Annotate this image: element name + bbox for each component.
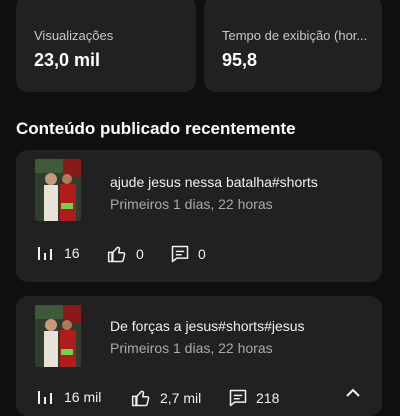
- views-metric: 16 mil: [36, 388, 101, 406]
- comments-count: 0: [198, 246, 206, 262]
- expand-button[interactable]: [344, 386, 362, 405]
- comments-count: 218: [256, 390, 280, 406]
- watch-time-stat-value: 95,8: [222, 50, 258, 70]
- views-count: 16: [64, 245, 80, 261]
- video-subtitle: Primeiros 1 dias, 22 horas: [110, 196, 273, 212]
- thumb-up-icon: [131, 390, 150, 407]
- views-count: 16 mil: [64, 389, 102, 405]
- bar-chart-icon: [38, 391, 52, 404]
- comment-icon: [229, 389, 247, 407]
- section-title: Conteúdo publicado recentemente: [16, 119, 296, 138]
- thumb-up-icon: [107, 246, 126, 263]
- watch-time-stat-label: Tempo de exibição (hor...: [222, 28, 368, 43]
- chevron-up-icon: [346, 388, 360, 397]
- likes-count: 0: [136, 246, 144, 262]
- bar-chart-icon: [38, 247, 52, 260]
- comment-icon: [171, 245, 189, 263]
- video-subtitle: Primeiros 1 dias, 22 horas: [110, 340, 273, 356]
- likes-count: 2,7 mil: [160, 390, 202, 406]
- video-thumbnail[interactable]: [35, 159, 81, 221]
- watch-time-stat-card[interactable]: Tempo de exibição (hor... 95,8: [204, 0, 382, 92]
- comments-metric[interactable]: 0: [170, 244, 206, 264]
- video-thumbnail[interactable]: [35, 305, 81, 367]
- views-metric: 16: [36, 244, 80, 262]
- video-title[interactable]: ajude jesus nessa batalha#shorts: [110, 174, 318, 190]
- likes-metric[interactable]: 2,7 mil: [130, 388, 201, 408]
- views-stat-value: 23,0 mil: [34, 50, 101, 70]
- views-stat-label: Visualizações: [34, 28, 114, 43]
- comments-metric[interactable]: 218: [228, 388, 279, 408]
- video-title[interactable]: De forças a jesus#shorts#jesus: [110, 318, 305, 334]
- views-stat-card[interactable]: Visualizações 23,0 mil: [16, 0, 196, 92]
- likes-metric[interactable]: 0: [106, 244, 144, 264]
